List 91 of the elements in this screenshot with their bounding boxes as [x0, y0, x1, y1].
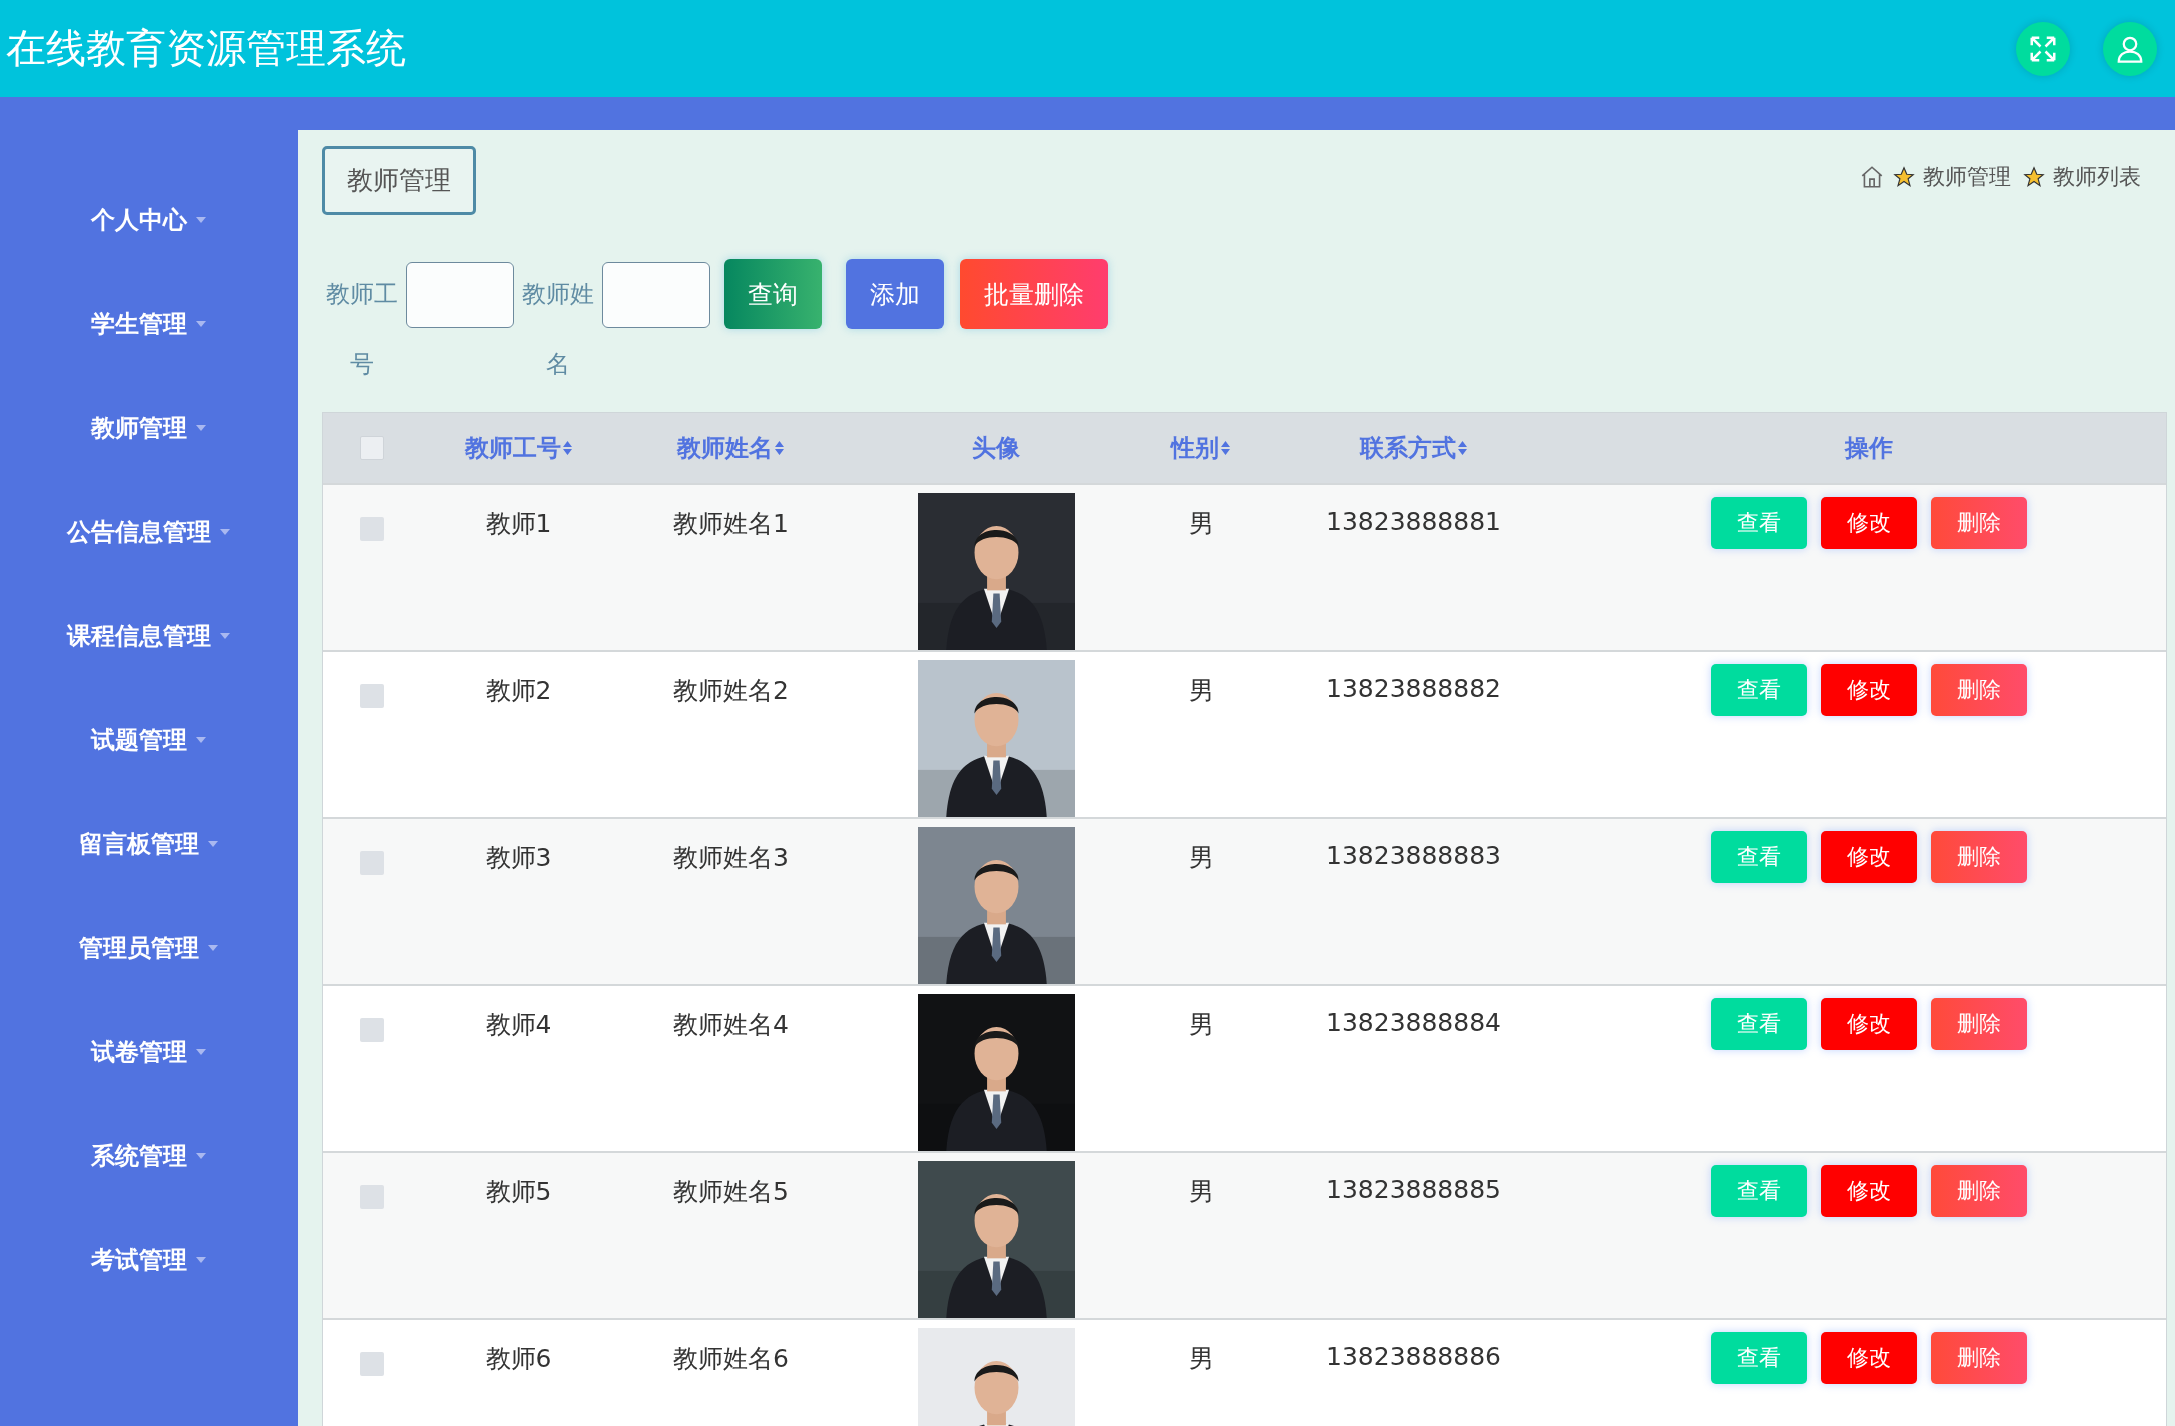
- table-cell-text: 男: [1188, 1176, 1214, 1208]
- search-field[interactable]: [602, 262, 710, 328]
- table-cell-text: 教师姓名6: [673, 1343, 789, 1375]
- edit-button[interactable]: 修改: [1820, 1165, 1917, 1217]
- edit-button[interactable]: 修改: [1820, 1332, 1917, 1384]
- table-cell-text: 教师2: [485, 675, 552, 707]
- caret-icon: [219, 528, 231, 536]
- row-checkbox[interactable]: [360, 684, 384, 708]
- delete-button[interactable]: 删除: [1930, 497, 2027, 549]
- breadcrumb-link[interactable]: 教师列表: [2053, 162, 2141, 192]
- caret-icon: [195, 1152, 207, 1160]
- select-all-checkbox[interactable]: [360, 436, 384, 460]
- edit-button[interactable]: 修改: [1820, 998, 1917, 1050]
- sidebar-item[interactable]: 学生管理: [0, 272, 298, 376]
- table-cell-text: 男: [1188, 508, 1214, 540]
- table-cell-text: 男: [1188, 1343, 1214, 1375]
- sort-icon: [1456, 440, 1468, 456]
- table-cell-text: 教师3: [485, 842, 552, 874]
- sidebar-item[interactable]: 试题管理: [0, 688, 298, 792]
- table-cell-text: 教师5: [485, 1176, 552, 1208]
- table-cell-text: 教师姓名3: [673, 842, 789, 874]
- caret-icon: [195, 320, 207, 328]
- table-cell: 13823888883: [1326, 841, 1501, 870]
- table-cell-text: 教师姓名1: [673, 508, 789, 540]
- column-header: 操作: [1844, 433, 1893, 464]
- column-header[interactable]: 性别: [1171, 432, 1231, 464]
- table-cell-text: 教师姓名5: [673, 1176, 789, 1208]
- breadcrumb-link[interactable]: 教师管理: [1923, 162, 2011, 192]
- row-checkbox[interactable]: [360, 1018, 384, 1042]
- delete-button[interactable]: 删除: [1930, 1165, 2027, 1217]
- sidebar-item[interactable]: 管理员管理: [0, 896, 298, 1000]
- sidebar-item[interactable]: 试卷管理: [0, 1000, 298, 1104]
- user-button[interactable]: [2103, 21, 2157, 76]
- caret-icon: [195, 424, 207, 432]
- table-cell: 13823888885: [1326, 1175, 1501, 1204]
- caret-icon: [219, 632, 231, 640]
- caret-icon: [195, 216, 207, 224]
- delete-button[interactable]: 删除: [1930, 1332, 2027, 1384]
- query-button[interactable]: 查询: [724, 259, 822, 329]
- caret-icon: [207, 944, 219, 952]
- table-cell-text: 男: [1188, 1009, 1214, 1041]
- table-cell-text: 教师姓名2: [673, 675, 789, 707]
- sort-icon: [1220, 440, 1231, 456]
- add-button[interactable]: 添加: [846, 259, 944, 329]
- delete-button[interactable]: 删除: [1930, 664, 2027, 716]
- home-icon: [1859, 164, 1885, 190]
- sidebar-item[interactable]: 系统管理: [0, 1104, 298, 1208]
- star-icon: [2023, 166, 2045, 188]
- row-checkbox[interactable]: [360, 517, 384, 541]
- sort-icon: [561, 440, 573, 456]
- field-label: 教师姓名: [521, 279, 595, 380]
- field-label: 教师工号: [325, 279, 399, 380]
- caret-icon: [195, 736, 207, 744]
- table-cell-text: 教师姓名4: [673, 1009, 789, 1041]
- table-cell: 13823888881: [1326, 507, 1501, 536]
- edit-button[interactable]: 修改: [1820, 831, 1917, 883]
- delete-button[interactable]: 批量删除: [960, 259, 1108, 329]
- column-header[interactable]: 教师工号: [464, 432, 573, 464]
- table-cell-text: 男: [1188, 675, 1214, 707]
- caret-icon: [195, 1256, 207, 1264]
- sidebar-item[interactable]: 教师管理: [0, 376, 298, 480]
- sidebar-item[interactable]: 留言板管理: [0, 792, 298, 896]
- caret-icon: [195, 1048, 207, 1056]
- row-checkbox[interactable]: [360, 1352, 384, 1376]
- delete-button[interactable]: 删除: [1930, 998, 2027, 1050]
- column-header[interactable]: 联系方式: [1359, 432, 1468, 464]
- column-header: 头像: [972, 433, 1020, 464]
- page-title: 教师管理: [322, 146, 476, 215]
- sidebar-item[interactable]: 课程信息管理: [0, 584, 298, 688]
- table-cell: 13823888884: [1326, 1008, 1501, 1037]
- edit-button[interactable]: 修改: [1820, 497, 1917, 549]
- table-cell-text: 教师6: [485, 1343, 552, 1375]
- column-header[interactable]: 教师姓名: [677, 432, 785, 464]
- edit-button[interactable]: 修改: [1820, 664, 1917, 716]
- sort-icon: [774, 440, 785, 456]
- sidebar-item[interactable]: 考试管理: [0, 1208, 298, 1312]
- table-cell: 13823888882: [1326, 674, 1501, 703]
- table-cell: 13823888886: [1326, 1342, 1501, 1371]
- table-cell-text: 男: [1188, 842, 1214, 874]
- app-title: 在线教育资源管理系统: [6, 24, 406, 73]
- row-checkbox[interactable]: [360, 851, 384, 875]
- star-icon: [1893, 166, 1915, 188]
- delete-button[interactable]: 删除: [1930, 831, 2027, 883]
- sidebar-item[interactable]: 个人中心: [0, 168, 298, 272]
- caret-icon: [207, 840, 219, 848]
- fullscreen-button[interactable]: [2016, 21, 2070, 76]
- table-cell-text: 教师1: [485, 508, 552, 540]
- table-cell-text: 教师4: [485, 1009, 552, 1041]
- search-field[interactable]: [406, 262, 514, 328]
- sidebar-item[interactable]: 公告信息管理: [0, 480, 298, 584]
- row-checkbox[interactable]: [360, 1185, 384, 1209]
